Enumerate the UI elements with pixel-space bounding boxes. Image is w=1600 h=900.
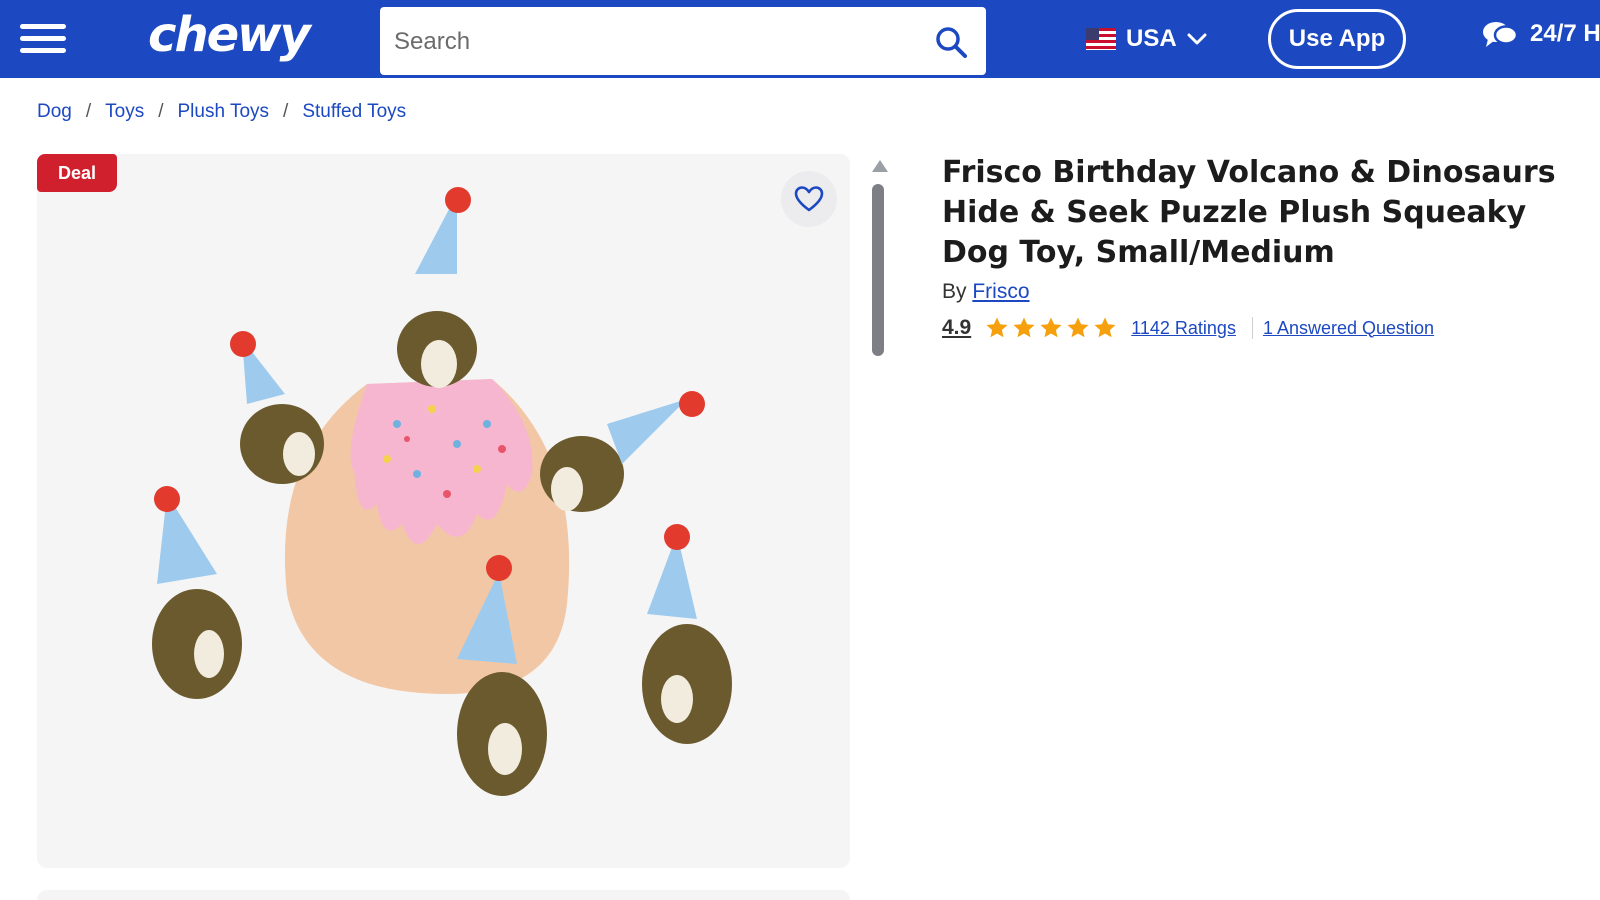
breadcrumb-separator: / (85, 101, 92, 122)
deal-badge: Deal (37, 154, 117, 192)
divider (1251, 317, 1253, 339)
breadcrumb: Dog / Toys / Plush Toys / Stuffed Toys (37, 101, 406, 123)
ratings-count-link[interactable]: 1142 Ratings (1131, 318, 1236, 339)
top-header: chewy USA Use App 24/7 H (0, 0, 1600, 78)
favorite-button[interactable] (781, 171, 837, 227)
support-label: 24/7 H (1530, 20, 1600, 47)
us-flag-icon (1086, 28, 1116, 50)
country-label: USA (1126, 25, 1177, 52)
star-rating[interactable] (985, 316, 1117, 340)
scroll-up-arrow-icon[interactable] (872, 160, 888, 172)
breadcrumb-plush-toys[interactable]: Plush Toys (178, 101, 270, 123)
use-app-button[interactable]: Use App (1268, 9, 1406, 69)
star-icon (1013, 317, 1035, 338)
star-icon (1094, 317, 1116, 338)
brand-line: By Frisco (942, 280, 1030, 304)
star-icon (986, 317, 1008, 338)
chevron-down-icon (1187, 33, 1207, 45)
product-image[interactable] (37, 154, 850, 868)
chat-bubbles-icon (1483, 22, 1518, 47)
breadcrumb-dog[interactable]: Dog (37, 101, 72, 123)
breadcrumb-separator: / (158, 101, 164, 122)
heart-icon (794, 186, 824, 212)
country-selector[interactable]: USA (1086, 22, 1207, 56)
breadcrumb-toys[interactable]: Toys (105, 101, 144, 123)
by-label: By (942, 280, 967, 303)
search-icon[interactable] (934, 25, 968, 59)
answered-question-link[interactable]: 1 Answered Question (1263, 318, 1434, 339)
product-title: Frisco Birthday Volcano & Dinosaurs Hide… (942, 155, 1556, 270)
star-icon (1040, 317, 1062, 338)
rating-value[interactable]: 4.9 (942, 316, 971, 340)
search-bar (380, 7, 986, 77)
support-link[interactable]: 24/7 H (1482, 20, 1600, 48)
search-input[interactable] (392, 7, 916, 77)
chewy-logo[interactable]: chewy (148, 2, 311, 68)
breadcrumb-stuffed-toys[interactable]: Stuffed Toys (302, 101, 406, 123)
thumbnail-strip (37, 890, 850, 900)
scrollbar-thumb[interactable] (872, 184, 884, 356)
star-icon (1067, 317, 1089, 338)
hamburger-menu-icon[interactable] (18, 20, 68, 58)
rating-row: 4.9 1142 Ratings 1 Answered Question (942, 316, 1434, 340)
plush-volcano-dinosaurs-image (152, 187, 732, 796)
breadcrumb-separator: / (283, 101, 289, 122)
brand-link[interactable]: Frisco (972, 280, 1029, 303)
